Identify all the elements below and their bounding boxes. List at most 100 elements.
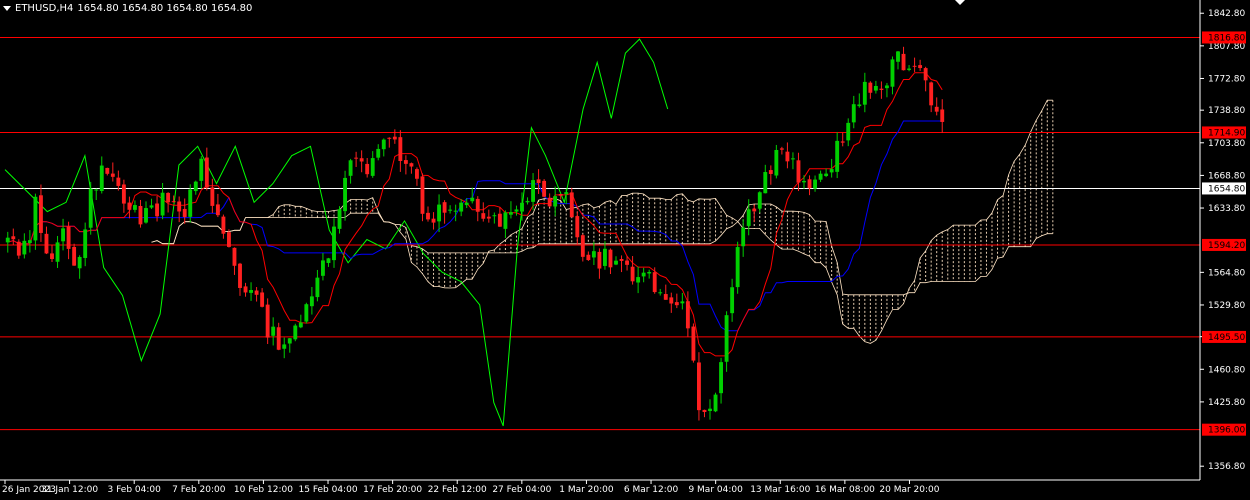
candle-body	[553, 196, 558, 207]
candle-body	[564, 192, 569, 195]
candle-body	[27, 240, 32, 244]
candle-body	[370, 158, 375, 176]
senkou-span-b-line	[151, 203, 1053, 296]
candle-body	[929, 82, 934, 106]
x-tick-label: 13 Mar 16:00	[750, 485, 810, 495]
candle-body	[127, 202, 132, 210]
candle-body	[796, 160, 801, 183]
candle-body	[298, 322, 303, 328]
candle-body	[923, 68, 928, 81]
candle-body	[641, 272, 646, 277]
candle-body	[155, 203, 159, 217]
candle-body	[315, 277, 320, 298]
candle-body	[630, 266, 635, 282]
candle-body	[321, 260, 325, 276]
candle-body	[907, 68, 911, 70]
candle-body	[171, 201, 176, 203]
candle-body	[133, 205, 137, 210]
candle-body	[448, 209, 453, 211]
candle-body	[343, 177, 347, 212]
candle-body	[470, 197, 475, 202]
candle-body	[785, 151, 790, 162]
candle-body	[497, 213, 502, 227]
candle-body	[99, 165, 104, 192]
candle-body	[221, 216, 226, 234]
candle-body	[215, 204, 220, 216]
triangle-down-icon[interactable]	[3, 5, 11, 11]
candle-body	[724, 315, 729, 362]
candle-body	[862, 81, 867, 105]
candle-body	[768, 170, 773, 174]
candle-body	[658, 292, 663, 294]
candle-body	[5, 237, 10, 243]
candle-body	[829, 169, 834, 173]
candle-body	[11, 236, 16, 240]
candle-body	[940, 109, 945, 122]
candle-body	[752, 208, 757, 212]
candle-body	[88, 188, 93, 228]
candle-body	[558, 194, 563, 196]
candle-body	[802, 180, 806, 183]
candle-body	[580, 235, 585, 257]
candle-body	[591, 251, 596, 258]
price-chart[interactable]: 1842.801807.801772.801738.801703.801668.…	[0, 0, 1250, 500]
candle-body	[105, 167, 110, 174]
candle-body	[204, 157, 209, 188]
candle-body	[536, 179, 541, 184]
level-price-label: 1816.80	[1208, 33, 1245, 43]
candle-body	[824, 173, 829, 177]
candle-body	[514, 209, 519, 212]
ohlc-readout: 1654.80 1654.80 1654.80 1654.80	[77, 2, 253, 14]
x-tick-label: 20 Mar 20:00	[879, 485, 939, 495]
y-tick-label: 1356.80	[1208, 462, 1245, 472]
y-tick-label: 1529.80	[1208, 301, 1245, 311]
candle-body	[238, 263, 242, 288]
candle-body	[857, 104, 862, 107]
level-price-label: 1495.50	[1208, 333, 1245, 343]
candle-body	[608, 249, 613, 268]
candle-body	[16, 241, 21, 256]
y-tick-label: 1425.80	[1208, 398, 1245, 408]
candle-body	[72, 246, 77, 266]
candle-body	[442, 202, 447, 213]
candle-body	[160, 192, 165, 216]
candle-body	[741, 227, 746, 247]
candle-body	[188, 189, 193, 217]
candle-body	[282, 344, 287, 349]
candle-body	[934, 106, 939, 112]
candle-body	[182, 208, 187, 217]
candle-body	[663, 294, 668, 300]
x-tick-label: 15 Feb 04:00	[299, 485, 358, 495]
candle-body	[807, 179, 812, 189]
candle-body	[873, 85, 878, 91]
candle-body	[94, 189, 99, 191]
x-tick-label: 1 Mar 20:00	[559, 485, 614, 495]
candle-body	[818, 173, 823, 180]
candle-body	[586, 254, 591, 261]
candle-body	[415, 169, 419, 179]
candle-body	[398, 137, 403, 161]
candle-body	[603, 248, 607, 266]
candle-body	[243, 286, 248, 293]
candle-body	[354, 157, 359, 159]
candle-body	[774, 149, 779, 176]
candle-body	[254, 290, 259, 295]
chart-header: ETHUSD,H4 1654.80 1654.80 1654.80 1654.8…	[3, 1, 252, 15]
candle-body	[791, 158, 795, 160]
candle-body	[249, 290, 253, 293]
candle-body	[387, 137, 392, 139]
candle-body	[614, 260, 618, 265]
candle-body	[708, 408, 712, 412]
candle-body	[381, 139, 386, 150]
candle-body	[542, 180, 547, 197]
chart-shift-marker-icon[interactable]	[955, 0, 965, 5]
candle-body	[232, 247, 237, 266]
candle-body	[337, 209, 342, 229]
candle-body	[309, 296, 314, 307]
candle-body	[420, 176, 425, 214]
candle-body	[326, 258, 331, 263]
level-price-label: 1594.20	[1208, 241, 1245, 251]
candle-body	[575, 216, 580, 238]
candle-body	[55, 242, 60, 262]
candle-body	[44, 233, 49, 254]
